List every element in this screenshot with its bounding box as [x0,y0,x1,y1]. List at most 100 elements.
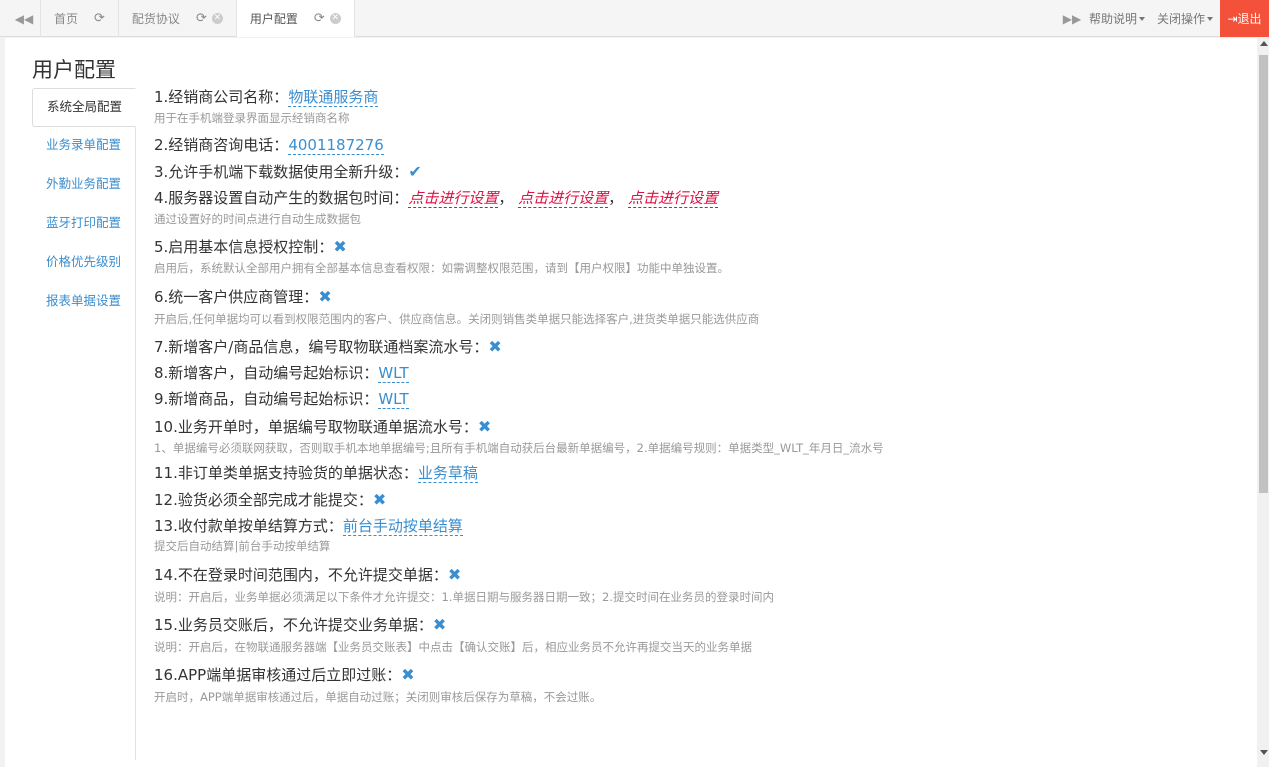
setting-13: 13.收付款单按单结算方式：前台手动按单结算 [154,516,1154,536]
setting-10: 10.业务开单时，单据编号取物联通单据流水号：✖ [154,417,1154,437]
set-time-link-2[interactable]: 点击进行设置 [518,189,609,208]
setting-desc: 1、单据编号必须联网获取，否则取手机本地单据编号;且所有手机端自动获后台最新单据… [154,441,884,455]
setting-2: 2.经销商咨询电话：4001187276 [154,135,1154,155]
setting-desc: 用于在手机端登录界面显示经销商名称 [154,111,350,125]
cross-icon[interactable]: ✖ [318,287,331,306]
setting-label: 12.验货必须全部完成才能提交： [154,491,373,509]
tabs-scroll-right-icon[interactable]: ▶▶ [1052,0,1092,37]
settings-list: 1.经销商公司名称：物联通服务商 用于在手机端登录界面显示经销商名称 2.经销商… [154,86,1154,705]
product-prefix-value[interactable]: WLT [378,390,409,409]
setting-desc: 启用后，系统默认全部用户拥有全部基本信息查看权限：如需调整权限范围，请到【用户权… [154,261,729,275]
setting-label: 11.非订单类单据支持验货的单据状态： [154,464,418,482]
tab-bar: ◀◀ 首页 ⟳ 配货协议 ⟳ ✕ 用户配置 ⟳ ✕ ▶▶ 帮助说明 关闭操作 ⇥… [0,0,1269,37]
setting-desc: 开启时，APP端单据审核通过后，单据自动过账；关闭则审核后保存为草稿，不会过账。 [154,690,602,704]
refresh-icon[interactable]: ⟳ [314,11,325,26]
cross-icon[interactable]: ✖ [333,237,346,256]
customer-prefix-value[interactable]: WLT [378,364,409,383]
cross-icon[interactable]: ✖ [448,565,461,584]
setting-label: 3.允许手机端下载数据使用全新升级： [154,163,409,181]
setting-11: 11.非订单类单据支持验货的单据状态：业务草稿 [154,463,1154,483]
setting-label: 6.统一客户供应商管理： [154,288,319,306]
cross-icon[interactable]: ✖ [488,337,501,356]
refresh-icon[interactable]: ⟳ [94,11,105,26]
caret-down-icon [1139,17,1146,21]
check-icon[interactable]: ✔ [408,162,421,181]
sidebar-item-report-docs[interactable]: 报表单据设置 [32,283,135,322]
scrollbar-thumb[interactable] [1259,55,1268,493]
inspection-status-value[interactable]: 业务草稿 [417,464,478,483]
setting-8: 8.新增客户，自动编号起始标识：WLT [154,363,1154,383]
setting-9: 9.新增商品，自动编号起始标识：WLT [154,389,1154,409]
setting-12: 12.验货必须全部完成才能提交：✖ [154,490,1154,510]
tabs-scroll-left-icon[interactable]: ◀◀ [4,0,44,37]
tab-label: 首页 [54,12,79,26]
setting-label: 13.收付款单按单结算方式： [154,517,343,535]
setting-label: 7.新增客户/商品信息，编号取物联通档案流水号： [154,338,489,356]
cross-icon[interactable]: ✖ [478,417,491,436]
vertical-scrollbar[interactable] [1258,38,1269,767]
scroll-up-icon[interactable] [1260,41,1268,46]
setting-desc: 通过设置好的时间点进行自动生成数据包 [154,212,361,226]
setting-1: 1.经销商公司名称：物联通服务商 [154,87,1154,107]
cross-icon[interactable]: ✖ [401,665,414,684]
sidebar-item-price-priority[interactable]: 价格优先级别 [32,244,135,283]
sidebar-item-order-entry[interactable]: 业务录单配置 [32,127,135,166]
page-title: 用户配置 [32,58,116,82]
setting-label: 15.业务员交账后，不允许提交业务单据： [154,616,433,634]
tab-user-config[interactable]: 用户配置 ⟳ ✕ [235,0,355,37]
setting-label: 5.启用基本信息授权控制： [154,238,334,256]
setting-16: 16.APP端单据审核通过后立即过账：✖ [154,665,1154,685]
close-icon[interactable]: ✕ [211,13,223,24]
tab-delivery-agreement[interactable]: 配货协议 ⟳ ✕ [117,0,236,37]
setting-4: 4.服务器设置自动产生的数据包时间：点击进行设置， 点击进行设置， 点击进行设置 [154,188,1154,208]
set-time-link-1[interactable]: 点击进行设置 [408,189,499,208]
cross-icon[interactable]: ✖ [433,615,446,634]
help-menu[interactable]: 帮助说明 [1089,10,1146,27]
tab-label: 用户配置 [249,12,298,26]
sidebar-item-global[interactable]: 系统全局配置 [32,88,136,127]
close-ops-label: 关闭操作 [1157,12,1206,26]
setting-desc: 说明：开启后，业务单据必须满足以下条件才允许提交：1.单据日期与服务器日期一致；… [154,590,774,604]
setting-label: 14.不在登录时间范围内，不允许提交单据： [154,566,448,584]
separator: ， [498,189,514,207]
phone-value[interactable]: 4001187276 [288,136,384,155]
setting-label: 9.新增商品，自动编号起始标识： [154,390,379,408]
setting-3: 3.允许手机端下载数据使用全新升级：✔ [154,162,1154,182]
setting-desc: 说明：开启后，在物联通服务器端【业务员交账表】中点击【确认交账】后，相应业务员不… [154,640,752,654]
scroll-down-icon[interactable] [1260,750,1268,755]
set-time-link-3[interactable]: 点击进行设置 [627,189,718,208]
setting-label: 1.经销商公司名称： [154,88,289,106]
setting-label: 2.经销商咨询电话： [154,136,289,154]
help-menu-label: 帮助说明 [1089,12,1138,26]
setting-7: 7.新增客户/商品信息，编号取物联通档案流水号：✖ [154,337,1154,357]
setting-desc: 提交后自动结算|前台手动按单结算 [154,539,331,553]
tab-label: 配货协议 [131,12,180,26]
close-ops-menu[interactable]: 关闭操作 [1157,10,1214,27]
logout-button[interactable]: ⇥ 退出 [1220,0,1269,37]
content-panel: 用户配置 系统全局配置 业务录单配置 外勤业务配置 蓝牙打印配置 价格优先级别 … [5,38,1257,767]
logout-icon: ⇥ [1227,11,1238,26]
logout-label: 退出 [1237,12,1262,26]
sidebar-item-bluetooth-print[interactable]: 蓝牙打印配置 [32,205,135,244]
config-sidebar: 系统全局配置 业务录单配置 外勤业务配置 蓝牙打印配置 价格优先级别 报表单据设… [32,88,136,760]
setting-desc: 开启后,任何单据均可以看到权限范围内的客户、供应商信息。关闭则销售类单据只能选择… [154,312,760,326]
separator: ， [608,189,624,207]
setting-15: 15.业务员交账后，不允许提交业务单据：✖ [154,615,1154,635]
sidebar-item-field-business[interactable]: 外勤业务配置 [32,166,135,205]
caret-down-icon [1207,17,1214,21]
tab-list: 首页 ⟳ 配货协议 ⟳ ✕ 用户配置 ⟳ ✕ [40,0,355,37]
setting-5: 5.启用基本信息授权控制：✖ [154,237,1154,257]
setting-6: 6.统一客户供应商管理：✖ [154,287,1154,307]
setting-label: 10.业务开单时，单据编号取物联通单据流水号： [154,418,478,436]
setting-label: 8.新增客户，自动编号起始标识： [154,364,379,382]
refresh-icon[interactable]: ⟳ [196,11,207,26]
setting-14: 14.不在登录时间范围内，不允许提交单据：✖ [154,565,1154,585]
tab-home[interactable]: 首页 ⟳ [40,0,118,37]
settlement-mode-value[interactable]: 前台手动按单结算 [342,517,463,536]
cross-icon[interactable]: ✖ [373,490,386,509]
setting-label: 16.APP端单据审核通过后立即过账： [154,666,402,684]
setting-label: 4.服务器设置自动产生的数据包时间： [154,189,409,207]
top-actions: 帮助说明 关闭操作 [1089,0,1225,37]
close-icon[interactable]: ✕ [329,13,341,24]
company-name-value[interactable]: 物联通服务商 [288,88,379,107]
